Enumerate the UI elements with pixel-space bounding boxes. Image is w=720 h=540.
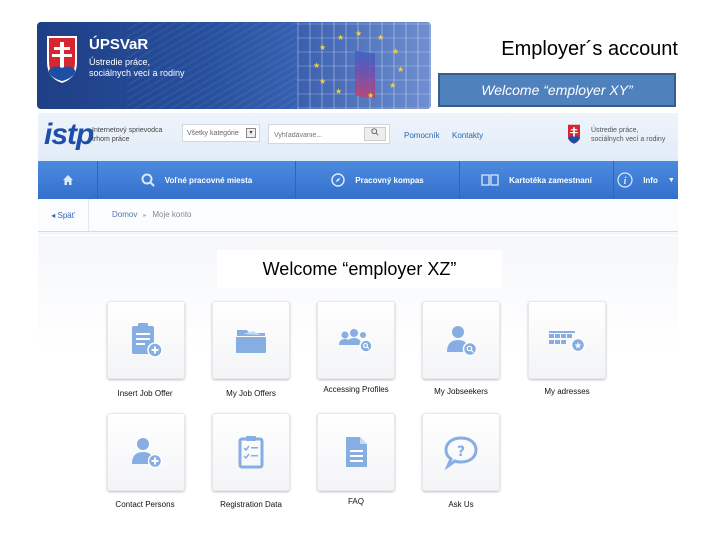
eu-star-icon: ★ xyxy=(355,29,363,38)
clipboard-add-icon xyxy=(132,323,163,358)
category-select[interactable]: Všetky kategórie ▾ xyxy=(182,124,260,142)
welcome-employer-heading: Welcome “employer XZ” xyxy=(217,250,502,288)
nav-pracovny-kompas[interactable]: Pracovný kompas xyxy=(296,161,460,199)
tile-my-jobseekers[interactable] xyxy=(422,301,500,379)
tile-label: Ask Us xyxy=(448,500,474,509)
tile-label: Insert Job Offer xyxy=(117,389,173,398)
nav-kartoteka-zamestnani[interactable]: Kartotéka zamestnaní xyxy=(460,161,614,199)
istp-logo[interactable]: istp xyxy=(44,118,94,152)
eu-star-icon: ★ xyxy=(377,33,385,42)
nav-label: Info xyxy=(643,175,658,185)
svg-text:i: i xyxy=(624,176,627,187)
question-bubble-icon: ? xyxy=(444,436,478,471)
nav-label: Voľné pracovné miesta xyxy=(164,175,253,185)
main-navbar: Voľné pracovné miesta Pracovný kompas Ka… xyxy=(38,161,678,199)
subtitle-line: Ústredie práce, xyxy=(89,57,151,67)
user-add-icon xyxy=(132,438,163,469)
tile-accessing-profiles[interactable] xyxy=(317,301,395,379)
istp-portal: istp Internetový sprievodca trhom práce … xyxy=(38,113,678,235)
nav-label: Kartotéka zamestnaní xyxy=(509,175,592,185)
svg-text:★: ★ xyxy=(574,342,582,352)
chevron-down-icon: ▼ xyxy=(667,176,675,184)
info-icon: i xyxy=(617,172,633,188)
eu-star-icon: ★ xyxy=(319,43,327,52)
tagline-line: trhom práce xyxy=(92,136,130,143)
search-input[interactable] xyxy=(272,127,356,143)
back-button[interactable]: ◂ Späť xyxy=(38,199,89,231)
user-search-icon xyxy=(447,326,478,357)
eu-star-icon: ★ xyxy=(397,65,405,74)
upsvar-banner: ★ ★ ★ ★ ★ ★ ★ ★ ★ ★ ★ ÚPSVaR Ústredie pr… xyxy=(37,22,431,109)
search-icon xyxy=(371,128,379,136)
tile-label: My adresses xyxy=(544,387,590,396)
eu-star-icon: ★ xyxy=(313,61,321,70)
tile-label: Registration Data xyxy=(220,500,282,509)
tile-insert-job-offer[interactable] xyxy=(107,301,185,379)
tile-contact-persons[interactable] xyxy=(107,413,185,491)
breadcrumb-bar: ◂ Späť Domov ▸ Moje konto xyxy=(38,199,678,232)
breadcrumb-domov[interactable]: Domov xyxy=(112,210,137,219)
chevron-down-icon[interactable]: ▾ xyxy=(246,128,256,138)
tagline-line: Internetový sprievodca xyxy=(92,127,163,134)
eu-star-icon: ★ xyxy=(392,47,400,56)
category-select-value: Všetky kategórie xyxy=(187,129,239,137)
eu-star-icon: ★ xyxy=(367,91,375,100)
eu-star-icon: ★ xyxy=(389,81,397,90)
nav-label: Pracovný kompas xyxy=(355,175,424,185)
document-icon xyxy=(346,437,367,467)
nav-info[interactable]: i Info ▼ xyxy=(614,161,678,199)
address-grid-star-icon: ★ xyxy=(549,331,586,353)
breadcrumb-moje-konto: Moje konto xyxy=(152,210,192,219)
eu-star-icon: ★ xyxy=(337,33,345,42)
search-box[interactable] xyxy=(268,124,390,144)
slovak-coat-of-arms-icon xyxy=(568,124,580,144)
tile-my-job-offers[interactable] xyxy=(212,301,290,379)
istp-tagline: Internetový sprievodca trhom práce xyxy=(92,126,172,144)
link-pomocnik[interactable]: Pomocník xyxy=(404,131,440,140)
link-kontakty[interactable]: Kontakty xyxy=(452,131,483,140)
welcome-employer-box: Welcome “employer XY” xyxy=(438,73,676,107)
portal-header: istp Internetový sprievodca trhom práce … xyxy=(38,113,678,161)
eu-star-icon: ★ xyxy=(319,77,327,86)
gov-line: Ústredie práce, xyxy=(591,127,639,134)
tile-registration-data[interactable] xyxy=(212,413,290,491)
eu-star-icon: ★ xyxy=(335,87,343,96)
book-icon xyxy=(481,174,499,186)
gov-agency-name: Ústredie práce, sociálnych vecí a rodiny xyxy=(591,126,681,144)
tile-label: Accessing Profiles xyxy=(323,385,389,394)
search-button[interactable] xyxy=(364,127,386,141)
tile-my-adresses[interactable]: ★ xyxy=(528,301,606,379)
nav-home[interactable] xyxy=(38,161,98,199)
upsvar-brand: ÚPSVaR xyxy=(89,36,149,53)
gov-line: sociálnych vecí a rodiny xyxy=(591,136,666,143)
search-icon xyxy=(141,173,155,187)
nav-volne-pracovne-miesta[interactable]: Voľné pracovné miesta xyxy=(98,161,296,199)
compass-icon xyxy=(331,173,345,187)
chevron-right-icon: ▸ xyxy=(143,213,147,219)
clipboard-checklist-icon xyxy=(238,436,264,469)
breadcrumb: Domov ▸ Moje konto xyxy=(112,210,192,219)
tile-label: Contact Persons xyxy=(115,500,175,509)
svg-text:?: ? xyxy=(457,444,465,460)
tile-label: FAQ xyxy=(347,497,364,506)
home-icon xyxy=(62,175,73,185)
page-title: Employer´s account xyxy=(501,38,678,60)
subtitle-line: sociálnych vecí a rodiny xyxy=(89,68,185,78)
group-search-icon xyxy=(339,329,373,353)
tile-label: My Job Offers xyxy=(226,389,276,398)
tile-ask-us[interactable]: ? xyxy=(422,413,500,491)
upsvar-subtitle: Ústredie práce, sociálnych vecí a rodiny xyxy=(89,57,209,79)
folder-icon xyxy=(236,330,266,353)
tile-label: My Jobseekers xyxy=(434,387,488,396)
tile-faq[interactable] xyxy=(317,413,395,491)
slovak-coat-of-arms-icon xyxy=(47,36,77,83)
